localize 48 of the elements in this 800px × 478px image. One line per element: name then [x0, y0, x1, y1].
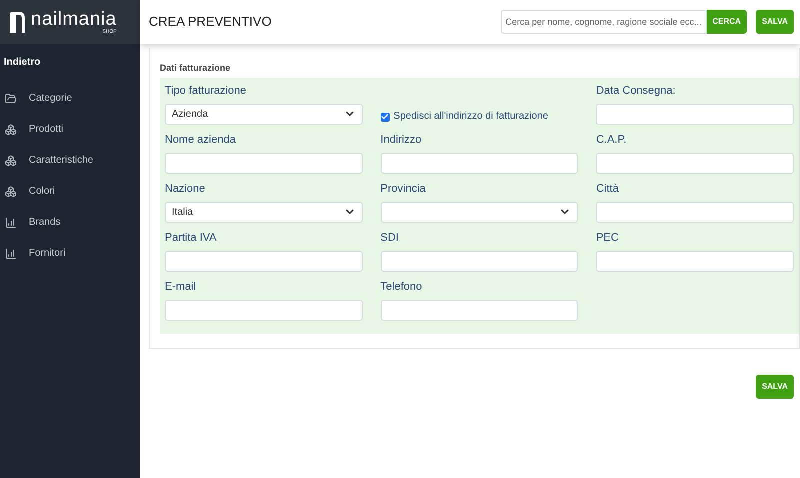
folder-icon: [5, 92, 17, 104]
boxes-icon: [5, 124, 17, 136]
back-link[interactable]: Indietro: [0, 55, 45, 70]
checkbox[interactable]: [380, 112, 390, 122]
page-title: CREA PREVENTIVO: [149, 13, 273, 32]
boxes-icon: [5, 154, 17, 166]
field-label: Tipo fatturazione: [165, 84, 248, 98]
field-label: Nazione: [165, 182, 206, 196]
field-label: C.A.P.: [596, 132, 628, 146]
input-field[interactable]: [165, 300, 363, 320]
input-field[interactable]: [596, 152, 794, 174]
field-label: Città: [596, 182, 620, 196]
boxes-icon: [5, 186, 17, 198]
field-label: Partita IVA: [165, 230, 218, 244]
field-label: Nome azienda: [165, 132, 237, 146]
field-label: SDI: [380, 230, 400, 244]
select-value: Italia: [172, 206, 194, 220]
sidebar-item[interactable]: Brands: [0, 207, 140, 238]
input-field[interactable]: [165, 152, 363, 174]
sidebar-item[interactable]: Fornitori: [0, 238, 140, 269]
input-field[interactable]: [380, 300, 578, 320]
chart-icon: [5, 216, 17, 228]
input-field[interactable]: [596, 250, 794, 272]
field-label: E-mail: [165, 280, 198, 294]
section-title: Dati fatturazione: [160, 62, 232, 75]
input-field[interactable]: [380, 152, 578, 174]
chart-icon: [5, 248, 17, 260]
sidebar-item[interactable]: Colori: [0, 176, 140, 207]
sidebar-item[interactable]: Caratteristiche: [0, 145, 140, 176]
logo-mark-icon: [8, 9, 28, 35]
field-label: Indirizzo: [380, 132, 423, 146]
field-label: Data Consegna:: [596, 84, 677, 98]
input-field[interactable]: [165, 250, 363, 272]
input-field[interactable]: [380, 250, 578, 272]
input-field[interactable]: [596, 104, 794, 124]
input-field[interactable]: [596, 202, 794, 222]
select-field[interactable]: Azienda: [165, 104, 363, 124]
sidebar-item[interactable]: Prodotti: [0, 114, 140, 145]
sidebar-item[interactable]: Categorie: [0, 83, 140, 114]
field-label: PEC: [596, 230, 620, 244]
search-field[interactable]: Cerca per nome, cognome, ragione sociale ecc...: [500, 10, 707, 34]
select-field[interactable]: Italia: [165, 202, 363, 222]
logo-name: nailmania: [31, 10, 117, 30]
field-label: Provincia: [380, 182, 427, 196]
field-label: Telefono: [380, 280, 424, 294]
checkbox-label: Spedisci all'indirizzo di fatturazione: [394, 110, 548, 122]
select-value: Azienda: [172, 108, 208, 122]
select-field[interactable]: [380, 202, 578, 222]
